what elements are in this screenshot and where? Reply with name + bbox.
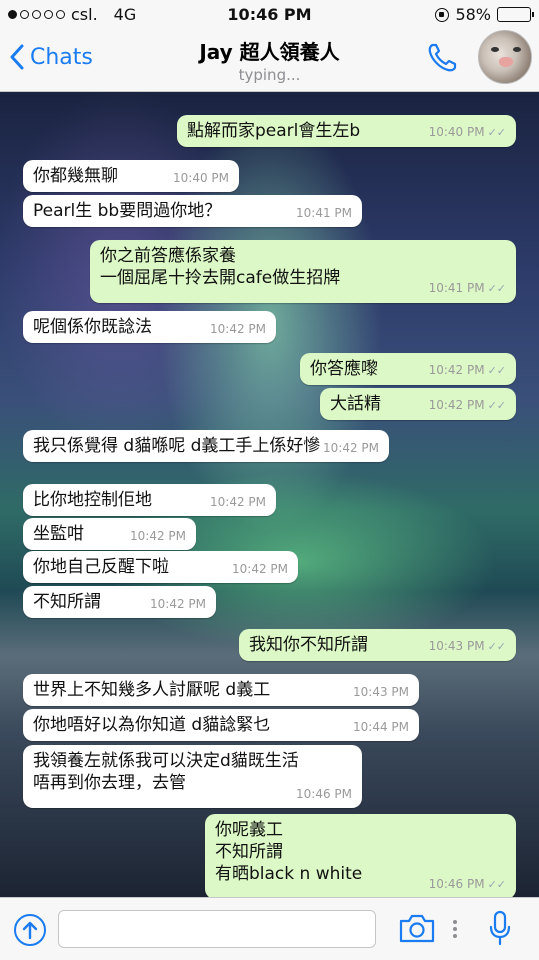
message-timestamp: 10:40 PM xyxy=(173,171,229,185)
orientation-lock-icon xyxy=(435,7,450,22)
outgoing-message-bubble[interactable]: 點解而家pearl會生左b 10:40 PM ✓✓ xyxy=(177,115,516,147)
battery-percent: 58% xyxy=(455,5,491,24)
message-input-bar xyxy=(0,897,539,960)
incoming-message-bubble[interactable]: 世界上不知幾多人討厭呢 d義工 10:43 PM xyxy=(23,674,419,706)
message-timestamp: 10:43 PM xyxy=(353,685,409,699)
call-button[interactable] xyxy=(424,40,460,80)
incoming-message-bubble[interactable]: 你都幾無聊 10:40 PM xyxy=(23,160,239,192)
chat-header: Chats Jay 超人領養人 typing... xyxy=(0,30,539,92)
back-to-chats-button[interactable]: Chats xyxy=(10,44,93,70)
incoming-message-bubble[interactable]: Pearl生 bb要問過你地？ 10:41 PM xyxy=(23,195,362,227)
message-timestamp: 10:46 PM xyxy=(296,787,352,801)
outgoing-message-bubble[interactable]: 我知你不知所謂 10:43 PM ✓✓ xyxy=(239,629,516,661)
message-timestamp: 10:42 PM xyxy=(232,562,288,576)
double-check-icon: ✓✓ xyxy=(487,126,506,139)
signal-dots-icon xyxy=(8,10,65,19)
carrier-label: csl. xyxy=(71,5,98,24)
message-timestamp: 10:42 PM ✓✓ xyxy=(428,363,506,377)
incoming-message-bubble[interactable]: 呢個係你既諗法 10:42 PM xyxy=(23,311,276,343)
message-input[interactable] xyxy=(58,910,376,948)
more-dots-icon[interactable] xyxy=(452,918,458,940)
camera-button[interactable] xyxy=(398,912,436,948)
message-timestamp: 10:42 PM ✓✓ xyxy=(428,398,506,412)
message-timestamp: 10:44 PM xyxy=(353,720,409,734)
message-timestamp: 10:40 PM ✓✓ xyxy=(428,125,506,139)
message-timestamp: 10:42 PM xyxy=(150,597,206,611)
message-timestamp: 10:43 PM ✓✓ xyxy=(428,639,506,653)
incoming-message-bubble[interactable]: 我領養左就係我可以決定d貓既生活 唔再到你去理，去管 10:46 PM xyxy=(23,745,362,808)
message-timestamp: 10:41 PM xyxy=(296,206,352,220)
microphone-icon xyxy=(489,910,511,946)
message-timestamp: 10:46 PM ✓✓ xyxy=(428,877,506,891)
incoming-message-bubble[interactable]: 你地唔好以為你知道 d貓諗緊乜 10:44 PM xyxy=(23,709,419,741)
upload-button[interactable] xyxy=(14,914,46,946)
battery-icon xyxy=(497,7,534,22)
outgoing-message-bubble[interactable]: 你呢義工 不知所謂 有晒black n white 10:46 PM ✓✓ xyxy=(205,814,516,897)
message-timestamp: 10:42 PM xyxy=(130,529,186,543)
message-timestamp: 10:42 PM xyxy=(323,441,379,455)
double-check-icon: ✓✓ xyxy=(487,399,506,412)
status-bar: csl. 4G 10:46 PM 58% xyxy=(0,0,539,30)
outgoing-message-bubble[interactable]: 你答應嚟 10:42 PM ✓✓ xyxy=(300,353,516,385)
double-check-icon: ✓✓ xyxy=(487,878,506,891)
double-check-icon: ✓✓ xyxy=(487,364,506,377)
phone-icon xyxy=(428,43,457,72)
upload-icon xyxy=(22,921,38,940)
chevron-left-icon xyxy=(10,44,24,70)
microphone-button[interactable] xyxy=(488,910,512,950)
chat-message-list[interactable]: 點解而家pearl會生左b 10:40 PM ✓✓ 你都幾無聊 10:40 PM Pear… xyxy=(0,92,539,897)
incoming-message-bubble[interactable]: 你地自己反醒下啦 10:42 PM xyxy=(23,551,298,583)
message-timestamp: 10:42 PM xyxy=(210,322,266,336)
double-check-icon: ✓✓ xyxy=(487,640,506,653)
incoming-message-bubble[interactable]: 不知所謂 10:42 PM xyxy=(23,586,216,618)
outgoing-message-bubble[interactable]: 你之前答應係家養 一個屈尾十拎去開cafe做生招牌 10:41 PM ✓✓ xyxy=(90,240,516,303)
message-timestamp: 10:42 PM xyxy=(210,495,266,509)
outgoing-message-bubble[interactable]: 大話精 10:42 PM ✓✓ xyxy=(320,388,516,420)
back-label: Chats xyxy=(30,44,93,70)
network-label: 4G xyxy=(113,5,137,24)
incoming-message-bubble[interactable]: 我只係覺得 d貓喺呢 d義工手上係好慘 10:42 PM xyxy=(23,430,389,462)
incoming-message-bubble[interactable]: 比你地控制佢地 10:42 PM xyxy=(23,484,276,516)
message-timestamp: 10:41 PM ✓✓ xyxy=(428,281,506,295)
double-check-icon: ✓✓ xyxy=(487,282,506,295)
incoming-message-bubble[interactable]: 坐監咁 10:42 PM xyxy=(23,518,196,550)
contact-avatar[interactable] xyxy=(478,30,532,84)
camera-icon xyxy=(399,914,435,943)
